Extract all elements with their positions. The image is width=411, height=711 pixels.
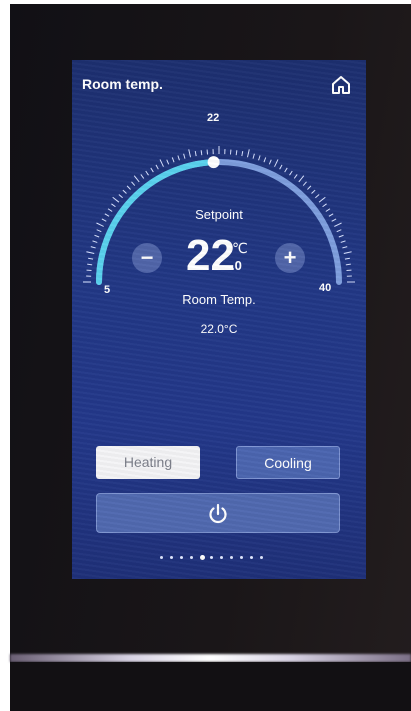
thermostat-screen: Room temp. 5 40 22 Setpoint − 22 ℃ .0 + … [72, 60, 366, 579]
dial-tick [133, 175, 140, 183]
power-icon [209, 503, 227, 524]
dial-tick [200, 150, 203, 156]
page-dot[interactable] [180, 556, 183, 559]
setpoint-unit: ℃ [232, 240, 248, 256]
dial-tick [96, 222, 104, 227]
setpoint-value: 22 [186, 231, 235, 280]
page-dot[interactable] [160, 556, 163, 559]
dial-top-label: 22 [207, 112, 220, 124]
dial-tick [274, 159, 279, 167]
dial-tick [334, 222, 342, 227]
page-dot[interactable] [230, 556, 233, 559]
plus-icon: + [283, 245, 297, 270]
dial-tick [338, 234, 344, 238]
dial-tick [315, 194, 320, 199]
page-dot[interactable] [200, 555, 205, 560]
dial-tick [311, 189, 316, 194]
dial-tick [183, 153, 186, 159]
dial-tick [122, 189, 127, 194]
setpoint-label: Setpoint [195, 207, 243, 222]
page-dot[interactable] [260, 556, 263, 559]
dial-tick [293, 174, 298, 179]
dial-knob [207, 156, 220, 169]
dial-tick [140, 174, 145, 179]
dial-tick [268, 159, 272, 165]
dial-tick [94, 234, 100, 238]
dial-tick [318, 196, 326, 203]
dial-tick [159, 159, 164, 167]
power-button[interactable] [96, 493, 340, 533]
dial-tick [258, 155, 261, 161]
dial-tick [252, 153, 255, 159]
dial-tick [336, 229, 342, 233]
dial-tick [344, 257, 350, 260]
page-dot[interactable] [210, 556, 213, 559]
setpoint-decimal: .0 [231, 258, 242, 273]
dial-tick [86, 251, 95, 255]
decrease-button[interactable]: − [132, 243, 162, 273]
dial-tick [171, 157, 175, 163]
cooling-mode-button[interactable]: Cooling [236, 446, 340, 479]
dial-tick [289, 170, 293, 176]
room-temp-value: 22.0°C [200, 322, 238, 336]
dial-tick [194, 151, 197, 157]
minus-icon: − [140, 245, 154, 270]
dial-tick [90, 246, 96, 249]
dial-tick [246, 149, 250, 158]
page-indicator[interactable] [160, 554, 280, 562]
dial-tick [343, 251, 352, 255]
temperature-dial[interactable] [72, 60, 366, 320]
dial-tick [112, 196, 120, 203]
device-bottom-edge [10, 662, 411, 711]
dial-tick [345, 263, 351, 266]
dial-tick [145, 170, 149, 176]
room-temp-label: Room Temp. [182, 292, 256, 307]
dial-tick [118, 194, 123, 199]
dial-tick [342, 246, 348, 249]
dial-tick [302, 181, 307, 186]
dial-tick [307, 185, 312, 190]
dial-tick [263, 157, 267, 163]
page-dot[interactable] [170, 556, 173, 559]
dial-tick [88, 257, 94, 260]
dial-tick [87, 263, 93, 266]
dial-tick [279, 164, 283, 170]
page-dot[interactable] [240, 556, 243, 559]
increase-button[interactable]: + [275, 243, 305, 273]
dial-tick [96, 229, 102, 233]
page-dot[interactable] [220, 556, 223, 559]
dial-tick [155, 164, 159, 170]
dial-tick [284, 167, 288, 173]
dial-tick [235, 150, 238, 156]
dial-tick [298, 175, 305, 183]
dial-tick [150, 167, 154, 173]
dial-tick [126, 185, 131, 190]
page-dot[interactable] [250, 556, 253, 559]
dial-tick [188, 149, 192, 158]
heating-mode-button[interactable]: Heating [96, 446, 200, 479]
dial-tick [166, 159, 170, 165]
dial-tick [241, 151, 244, 157]
dial-tick [131, 181, 136, 186]
page-dot[interactable] [190, 556, 193, 559]
device-light-strip [10, 654, 411, 662]
dial-tick [340, 240, 346, 243]
dial-tick [92, 240, 98, 243]
dial-tick [177, 155, 180, 161]
